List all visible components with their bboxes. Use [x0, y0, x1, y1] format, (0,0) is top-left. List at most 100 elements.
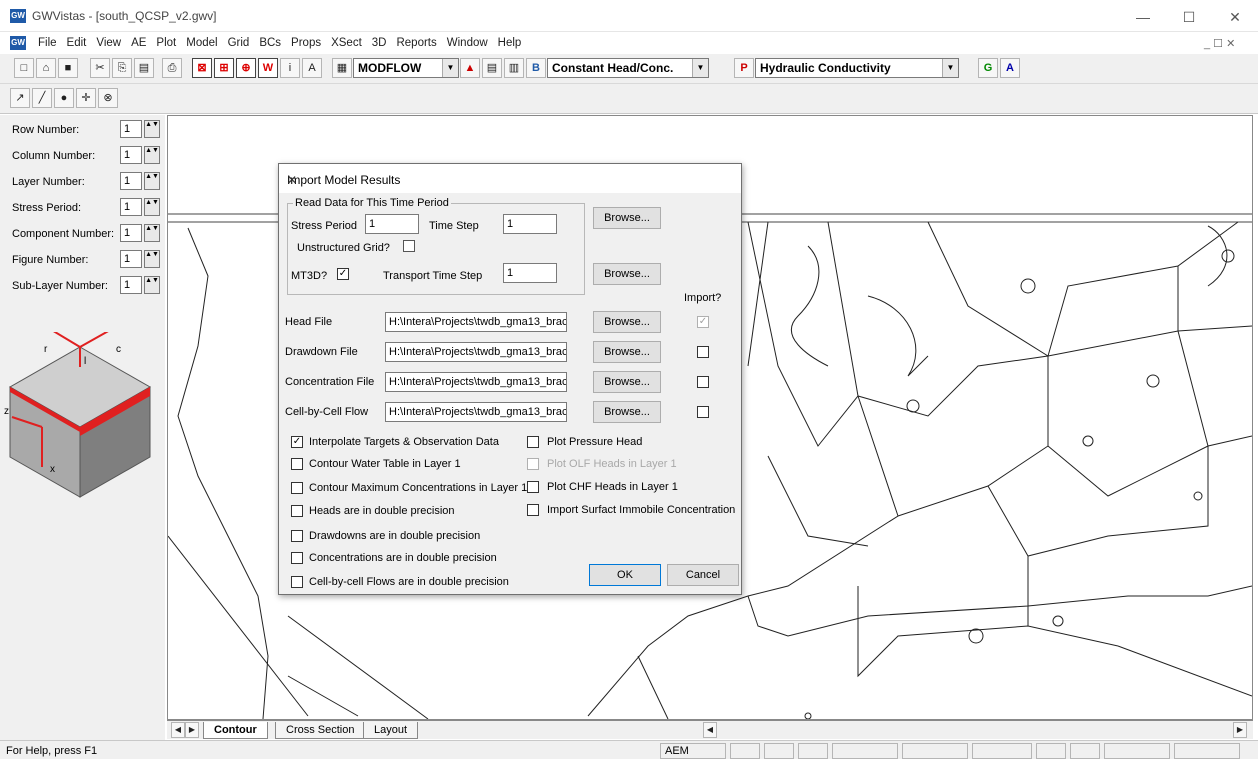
file-path-input[interactable]: H:\Intera\Projects\twdb_gma13_brac — [385, 342, 567, 362]
time-step-input[interactable]: 1 — [503, 214, 557, 234]
menu-view[interactable]: View — [91, 37, 126, 49]
option-checkbox[interactable] — [291, 482, 303, 494]
close-button[interactable]: ✕ — [1212, 6, 1258, 30]
maximize-button[interactable]: ☐ — [1166, 6, 1212, 30]
open-icon[interactable]: ⌂ — [36, 58, 56, 78]
menu-grid[interactable]: Grid — [223, 37, 255, 49]
nav-row-input[interactable]: 1 — [120, 198, 142, 216]
import-checkbox[interactable]: ✓ — [697, 316, 709, 328]
bc-select[interactable]: Constant Head/Conc. ▼ — [547, 58, 709, 78]
option-checkbox[interactable] — [291, 552, 303, 564]
menu-window[interactable]: Window — [442, 37, 493, 49]
nav-row-input[interactable]: 1 — [120, 250, 142, 268]
cancel-button[interactable]: Cancel — [667, 564, 739, 586]
menu-model[interactable]: Model — [181, 37, 222, 49]
spinner-icon[interactable]: ▲▼ — [144, 146, 160, 164]
info-icon[interactable]: i — [280, 58, 300, 78]
grid-toggle-icon[interactable]: ▦ — [332, 58, 352, 78]
nav-row-input[interactable]: 1 — [120, 276, 142, 294]
spinner-icon[interactable]: ▲▼ — [144, 120, 160, 138]
delete-icon[interactable]: ⊗ — [98, 88, 118, 108]
prop-icon[interactable]: P — [734, 58, 754, 78]
hscroll-right-icon[interactable]: ▶ — [1233, 722, 1247, 738]
paste-icon[interactable]: ▤ — [134, 58, 154, 78]
property-select[interactable]: Hydraulic Conductivity ▼ — [755, 58, 959, 78]
import-checkbox[interactable] — [697, 376, 709, 388]
g-button[interactable]: G — [978, 58, 998, 78]
option-checkbox[interactable] — [291, 576, 303, 588]
annotation-icon[interactable]: A — [302, 58, 322, 78]
hscroll-left-icon[interactable]: ◀ — [703, 722, 717, 738]
menu-edit[interactable]: Edit — [62, 37, 92, 49]
browse-transport-button[interactable]: Browse... — [593, 263, 661, 285]
browse-file-button[interactable]: Browse... — [593, 401, 661, 423]
minimize-button[interactable]: — — [1120, 6, 1166, 30]
run-model-icon[interactable]: ▲ — [460, 58, 480, 78]
tab-scroll-left-icon[interactable]: ◀ — [171, 722, 185, 738]
line-icon[interactable]: ╱ — [32, 88, 52, 108]
cut-icon[interactable]: ✂ — [90, 58, 110, 78]
a-button[interactable]: A — [1000, 58, 1020, 78]
mt3d-checkbox[interactable]: ✓ — [337, 268, 349, 280]
grid-zoom-icon[interactable]: ⊠ — [192, 58, 212, 78]
menu-reports[interactable]: Reports — [391, 37, 441, 49]
menu-3d[interactable]: 3D — [367, 37, 392, 49]
menu-props[interactable]: Props — [286, 37, 326, 49]
print-icon[interactable]: ⎙ — [162, 58, 182, 78]
browse-file-button[interactable]: Browse... — [593, 371, 661, 393]
option-checkbox[interactable]: ✓ — [291, 436, 303, 448]
new-icon[interactable]: □ — [14, 58, 34, 78]
unstructured-grid-checkbox[interactable] — [403, 240, 415, 252]
file-path-input[interactable]: H:\Intera\Projects\twdb_gma13_brac — [385, 312, 567, 332]
grid-zoom-out-icon[interactable]: ⊕ — [236, 58, 256, 78]
nav-row-input[interactable]: 1 — [120, 120, 142, 138]
option-checkbox[interactable] — [291, 505, 303, 517]
nav-row-input[interactable]: 1 — [120, 224, 142, 242]
spinner-icon[interactable]: ▲▼ — [144, 224, 160, 242]
ok-button[interactable]: OK — [589, 564, 661, 586]
menu-ae[interactable]: AE — [126, 37, 151, 49]
file-path-input[interactable]: H:\Intera\Projects\twdb_gma13_brac — [385, 372, 567, 392]
browse-file-button[interactable]: Browse... — [593, 311, 661, 333]
spinner-icon[interactable]: ▲▼ — [144, 198, 160, 216]
bc-icon[interactable]: B — [526, 58, 546, 78]
option-checkbox[interactable] — [291, 530, 303, 542]
menu-file[interactable]: File — [33, 37, 62, 49]
import-checkbox[interactable] — [697, 346, 709, 358]
tab-contour[interactable]: Contour — [203, 722, 268, 739]
spinner-icon[interactable]: ▲▼ — [144, 172, 160, 190]
nav-row-input[interactable]: 1 — [120, 172, 142, 190]
menu-help[interactable]: Help — [493, 37, 527, 49]
save-icon[interactable]: ■ — [58, 58, 78, 78]
select-icon[interactable]: ↗ — [10, 88, 30, 108]
window-zoom-icon[interactable]: W — [258, 58, 278, 78]
browse-time-button[interactable]: Browse... — [593, 207, 661, 229]
model-select[interactable]: MODFLOW ▼ — [353, 58, 459, 78]
model-option-icon[interactable]: ▤ — [482, 58, 502, 78]
nav-row-input[interactable]: 1 — [120, 146, 142, 164]
browse-file-button[interactable]: Browse... — [593, 341, 661, 363]
model-option2-icon[interactable]: ▥ — [504, 58, 524, 78]
crosshair-icon[interactable]: ✛ — [76, 88, 96, 108]
spinner-icon[interactable]: ▲▼ — [144, 250, 160, 268]
option-checkbox[interactable] — [527, 458, 539, 470]
spinner-icon[interactable]: ▲▼ — [144, 276, 160, 294]
option-checkbox[interactable] — [527, 504, 539, 516]
transport-time-step-input[interactable]: 1 — [503, 263, 557, 283]
mdi-controls[interactable]: _ ☐ ✕ — [1204, 37, 1235, 50]
option-checkbox[interactable] — [291, 458, 303, 470]
dialog-close-icon[interactable]: ✕ — [287, 173, 731, 187]
circle-icon[interactable]: ● — [54, 88, 74, 108]
stress-period-input[interactable]: 1 — [365, 214, 419, 234]
option-checkbox[interactable] — [527, 436, 539, 448]
menu-xsect[interactable]: XSect — [326, 37, 367, 49]
tab-layout[interactable]: Layout — [363, 722, 419, 739]
grid-zoom-in-icon[interactable]: ⊞ — [214, 58, 234, 78]
option-checkbox[interactable] — [527, 481, 539, 493]
copy-icon[interactable]: ⎘ — [112, 58, 132, 78]
import-checkbox[interactable] — [697, 406, 709, 418]
menu-bcs[interactable]: BCs — [254, 37, 286, 49]
file-path-input[interactable]: H:\Intera\Projects\twdb_gma13_brac — [385, 402, 567, 422]
tab-scroll-right-icon[interactable]: ▶ — [185, 722, 199, 738]
tab-cross-section[interactable]: Cross Section — [275, 722, 366, 739]
